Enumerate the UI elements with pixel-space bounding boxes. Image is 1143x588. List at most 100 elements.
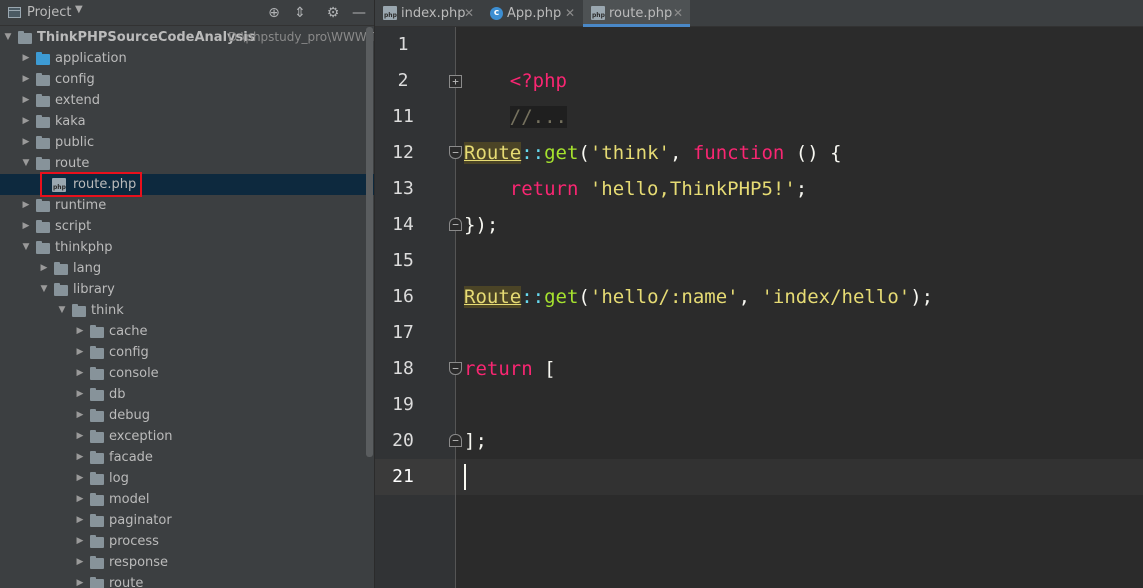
collapse-arrow-icon[interactable]: ▶ <box>20 48 32 69</box>
fold-end-icon[interactable]: − <box>449 218 462 231</box>
tree-item-label: cache <box>109 324 148 339</box>
tree-item-facade[interactable]: ▶ facade <box>0 447 374 468</box>
close-icon[interactable]: ✕ <box>565 0 575 27</box>
folder-icon <box>90 472 104 485</box>
fold-collapse-icon[interactable]: − <box>449 146 462 159</box>
expand-arrow-icon[interactable]: ▼ <box>56 300 68 321</box>
fold-end-icon[interactable]: − <box>449 434 462 447</box>
collapse-arrow-icon[interactable]: ▶ <box>20 90 32 111</box>
tree-item-exception[interactable]: ▶ exception <box>0 426 374 447</box>
line-number: 11 <box>392 106 414 127</box>
collapse-all-icon[interactable]: ⇕ <box>290 3 310 23</box>
collapse-arrow-icon[interactable]: ▶ <box>20 216 32 237</box>
expand-arrow-icon[interactable]: ▼ <box>38 279 50 300</box>
collapse-arrow-icon[interactable]: ▶ <box>74 321 86 342</box>
tree-item-script[interactable]: ▶ script <box>0 216 374 237</box>
expand-arrow-icon[interactable]: ▼ <box>2 27 14 48</box>
folded-comment[interactable]: //... <box>509 106 567 128</box>
tree-root-row[interactable]: ▼ ThinkPHPSourceCodeAnalysis D:\phpstudy… <box>0 27 374 48</box>
expand-arrow-icon[interactable]: ▼ <box>20 153 32 174</box>
expand-arrow-icon[interactable]: ▼ <box>20 237 32 258</box>
collapse-arrow-icon[interactable]: ▶ <box>74 342 86 363</box>
collapse-arrow-icon[interactable]: ▶ <box>20 111 32 132</box>
collapse-arrow-icon[interactable]: ▶ <box>74 510 86 531</box>
folder-icon <box>36 115 50 128</box>
code-line-16[interactable]: Route::get('hello/:name', 'index/hello')… <box>464 279 933 315</box>
code-line-12[interactable]: Route::get('think', function () { <box>464 135 842 171</box>
collapse-arrow-icon[interactable]: ▶ <box>74 552 86 573</box>
collapse-arrow-icon[interactable]: ▶ <box>74 363 86 384</box>
folder-icon <box>90 577 104 588</box>
tree-item-cache[interactable]: ▶ cache <box>0 321 374 342</box>
tree-item-debug[interactable]: ▶ debug <box>0 405 374 426</box>
tree-scrollbar[interactable] <box>366 27 373 457</box>
tab-index-php[interactable]: php index.php ✕ <box>375 0 481 27</box>
tree-item-label: library <box>73 282 115 297</box>
tree-item-public[interactable]: ▶ public <box>0 132 374 153</box>
collapse-arrow-icon[interactable]: ▶ <box>38 258 50 279</box>
tree-item-db[interactable]: ▶ db <box>0 384 374 405</box>
collapse-arrow-icon[interactable]: ▶ <box>74 489 86 510</box>
collapse-arrow-icon[interactable]: ▶ <box>74 384 86 405</box>
line-number: 13 <box>392 178 414 199</box>
tree-item-think[interactable]: ▼ think <box>0 300 374 321</box>
tree-item-library[interactable]: ▼ library <box>0 279 374 300</box>
collapse-arrow-icon[interactable]: ▶ <box>74 426 86 447</box>
folder-icon <box>36 157 50 170</box>
tree-item-application[interactable]: ▶ application <box>0 48 374 69</box>
tree-item-label: route <box>109 576 144 588</box>
tree-item-thinkphp[interactable]: ▼ thinkphp <box>0 237 374 258</box>
line-number: 18 <box>392 358 414 379</box>
project-panel-header: Project ▼ ⊕ ⇕ ⚙ — <box>0 0 374 26</box>
project-panel-title[interactable]: Project <box>27 5 71 20</box>
tree-item-config[interactable]: ▶ config <box>0 342 374 363</box>
tree-item-log[interactable]: ▶ log <box>0 468 374 489</box>
gear-icon[interactable]: ⚙ <box>323 3 343 23</box>
tree-item-route[interactable]: ▶ route <box>0 573 374 588</box>
tree-item-model[interactable]: ▶ model <box>0 489 374 510</box>
string-literal: 'index/hello' <box>761 286 911 308</box>
tab-app-php[interactable]: c App.php ✕ <box>481 0 583 27</box>
tree-item-lang[interactable]: ▶ lang <box>0 258 374 279</box>
tree-item-config[interactable]: ▶ config <box>0 69 374 90</box>
keyword: function <box>692 142 785 164</box>
folder-icon <box>90 493 104 506</box>
collapse-arrow-icon[interactable]: ▶ <box>20 69 32 90</box>
collapse-arrow-icon[interactable]: ▶ <box>74 531 86 552</box>
code-line-18[interactable]: return [ <box>464 351 556 387</box>
locate-icon[interactable]: ⊕ <box>264 3 284 23</box>
line-number: 20 <box>392 430 414 451</box>
tree-item-kaka[interactable]: ▶ kaka <box>0 111 374 132</box>
text-caret <box>464 464 466 490</box>
tree-item-process[interactable]: ▶ process <box>0 531 374 552</box>
code-line-13[interactable]: return 'hello,ThinkPHP5!'; <box>464 171 807 207</box>
collapse-arrow-icon[interactable]: ▶ <box>74 468 86 489</box>
tab-route-php[interactable]: php route.php ✕ <box>583 0 690 27</box>
fold-collapse-icon[interactable]: − <box>449 362 462 375</box>
tree-item-route[interactable]: ▼ route <box>0 153 374 174</box>
fold-expand-icon[interactable]: + <box>449 75 462 88</box>
code-line-20[interactable]: ]; <box>464 423 487 459</box>
code-line-2[interactable]: //... <box>464 63 567 128</box>
folder-icon <box>90 388 104 401</box>
code-editor[interactable]: php index.php ✕ c App.php ✕ php route.ph… <box>375 0 1143 588</box>
close-icon[interactable]: ✕ <box>464 0 474 27</box>
punctuation: , <box>738 286 762 308</box>
collapse-arrow-icon[interactable]: ▶ <box>20 195 32 216</box>
tree-item-paginator[interactable]: ▶ paginator <box>0 510 374 531</box>
tree-item-runtime[interactable]: ▶ runtime <box>0 195 374 216</box>
code-line-14[interactable]: }); <box>464 207 498 243</box>
code-line-1[interactable]: <?php <box>464 27 567 92</box>
minimize-icon[interactable]: — <box>349 3 369 23</box>
close-icon[interactable]: ✕ <box>673 0 683 27</box>
tree-item-response[interactable]: ▶ response <box>0 552 374 573</box>
collapse-arrow-icon[interactable]: ▶ <box>74 405 86 426</box>
caret-down-icon[interactable]: ▼ <box>75 4 83 15</box>
collapse-arrow-icon[interactable]: ▶ <box>74 447 86 468</box>
collapse-arrow-icon[interactable]: ▶ <box>20 132 32 153</box>
tree-item-extend[interactable]: ▶ extend <box>0 90 374 111</box>
collapse-arrow-icon[interactable]: ▶ <box>74 573 86 588</box>
tree-item-console[interactable]: ▶ console <box>0 363 374 384</box>
